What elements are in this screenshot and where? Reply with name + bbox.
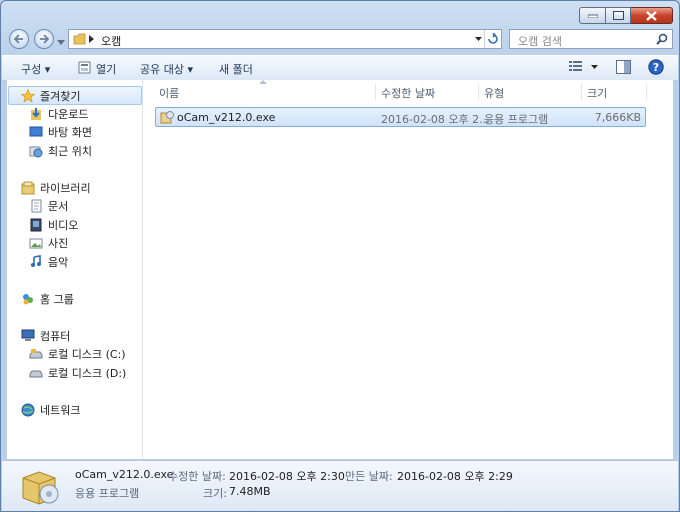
folder-icon: [73, 33, 86, 45]
nav-item-desktop[interactable]: 바탕 화면: [29, 124, 92, 140]
details-modified-label: 수정한 날짜:: [168, 470, 226, 483]
nav-label: 홈 그룹: [40, 293, 74, 306]
address-dropdown-icon[interactable]: [475, 37, 482, 42]
refresh-icon[interactable]: [487, 33, 499, 45]
nav-item-favorites[interactable]: 즐겨찾기: [21, 88, 80, 104]
details-created-label: 만든 날짜:: [345, 470, 393, 483]
nav-label: 음악: [48, 256, 69, 269]
nav-item-pictures[interactable]: 사진: [29, 235, 68, 251]
new-folder-button[interactable]: 새 폴더: [219, 61, 253, 77]
file-size: 7,666KB: [594, 111, 641, 124]
nav-item-drive-d[interactable]: 로컬 디스크 (D:): [29, 365, 126, 381]
address-bar[interactable]: 오캠: [68, 29, 502, 49]
table-row[interactable]: oCam_v212.0.exe 2016-02-08 오후 2... 응용 프로…: [155, 107, 646, 127]
installer-icon: [160, 111, 174, 124]
homegroup-icon: [23, 294, 33, 305]
pictures-icon: [29, 238, 43, 249]
desktop-icon: [29, 126, 43, 137]
nav-label: 컴퓨터: [40, 330, 71, 343]
column-header-size[interactable]: 크기: [587, 85, 607, 101]
arrow-left-icon: [14, 34, 23, 44]
close-button[interactable]: [631, 7, 673, 24]
nav-label: 로컬 디스크 (C:): [48, 348, 126, 361]
hard-drive-icon: [29, 370, 43, 378]
details-created-value: 2016-02-08 오후 2:29: [397, 470, 513, 483]
computer-icon: [21, 329, 35, 341]
nav-item-computer[interactable]: 컴퓨터: [21, 328, 70, 344]
search-icon[interactable]: [656, 33, 668, 45]
nav-item-libraries[interactable]: 라이브러리: [21, 180, 91, 196]
nav-label: 사진: [48, 237, 69, 250]
details-modified-value: 2016-02-08 오후 2:30: [229, 470, 345, 483]
details-size-label: 크기:: [203, 487, 227, 500]
sort-ascending-icon: [259, 80, 267, 84]
organize-button[interactable]: 구성 ▾: [21, 61, 50, 77]
file-name: oCam_v212.0.exe: [177, 111, 276, 124]
downloads-folder-icon: [31, 108, 41, 120]
nav-item-recent[interactable]: 최근 위치: [29, 143, 92, 159]
open-button[interactable]: 열기: [96, 61, 116, 77]
maximize-icon: [612, 11, 624, 20]
help-icon[interactable]: ?: [648, 59, 664, 75]
videos-icon: [30, 218, 42, 232]
installer-large-icon: [22, 471, 59, 505]
view-dropdown-icon[interactable]: [591, 65, 598, 70]
nav-item-videos[interactable]: 비디오: [29, 217, 78, 233]
nav-label: 로컬 디스크 (D:): [48, 367, 127, 380]
explorer-window: 오캠 오캠 검색 구성 ▾ 열기 공유 대상 ▾ 새 폴더 ? 즐겨찾기 다운로…: [0, 0, 680, 512]
nav-item-downloads[interactable]: 다운로드: [29, 106, 88, 122]
star-icon: [21, 89, 35, 103]
details-pane: oCam_v212.0.exe 응용 프로그램 수정한 날짜: 2016-02-…: [2, 460, 678, 511]
nav-item-network[interactable]: 네트워크: [21, 402, 80, 418]
close-icon: [646, 10, 657, 21]
libraries-icon: [21, 181, 35, 195]
recent-pages-button[interactable]: [57, 36, 65, 49]
column-header-type[interactable]: 유형: [484, 85, 504, 101]
preview-pane-icon[interactable]: [616, 60, 631, 74]
nav-item-drive-c[interactable]: 로컬 디스크 (C:): [29, 346, 126, 362]
network-icon: [21, 403, 35, 417]
share-button[interactable]: 공유 대상 ▾: [140, 61, 193, 77]
view-options-icon[interactable]: [569, 61, 583, 73]
recent-places-icon: [29, 146, 43, 158]
documents-icon: [31, 199, 42, 213]
open-file-icon: [78, 61, 91, 74]
nav-label: 바탕 화면: [48, 126, 92, 139]
nav-label: 최근 위치: [48, 145, 92, 158]
column-header-modified[interactable]: 수정한 날짜: [381, 85, 435, 101]
breadcrumb-arrow-icon[interactable]: [89, 35, 95, 43]
minimize-icon: [587, 14, 598, 18]
command-bar: 구성 ▾ 열기 공유 대상 ▾ 새 폴더 ?: [2, 55, 678, 81]
nav-label: 즐겨찾기: [40, 90, 81, 103]
forward-button[interactable]: [34, 29, 54, 49]
details-file-type: 응용 프로그램: [75, 487, 140, 500]
details-size-value: 7.48MB: [229, 485, 271, 498]
file-list: 이름 수정한 날짜 유형 크기 oCam_v212.0.exe 2016-02-…: [143, 80, 673, 459]
file-type: 응용 프로그램: [484, 113, 549, 126]
hard-drive-icon: [29, 349, 43, 359]
search-box[interactable]: 오캠 검색: [509, 29, 673, 49]
back-button[interactable]: [9, 29, 29, 49]
nav-label: 라이브러리: [40, 182, 91, 195]
nav-label: 네트워크: [40, 404, 81, 417]
details-file-name: oCam_v212.0.exe: [75, 468, 174, 481]
svg-text:?: ?: [653, 61, 659, 74]
search-input[interactable]: 오캠 검색: [518, 33, 562, 49]
chevron-down-icon: [57, 40, 65, 45]
maximize-button[interactable]: [606, 7, 631, 24]
navigation-pane: 즐겨찾기 다운로드 바탕 화면 최근 위치 라이브러리 문서 비디오 사진 음악…: [7, 80, 143, 459]
nav-label: 문서: [48, 200, 69, 213]
nav-item-homegroup[interactable]: 홈 그룹: [21, 291, 74, 307]
column-header-name[interactable]: 이름: [159, 85, 179, 101]
music-icon: [31, 255, 41, 267]
caption-buttons: [579, 7, 673, 25]
nav-item-documents[interactable]: 문서: [29, 198, 68, 214]
nav-label: 다운로드: [48, 108, 89, 121]
breadcrumb-current-folder[interactable]: 오캠: [101, 33, 121, 49]
nav-label: 비디오: [48, 219, 79, 232]
nav-item-music[interactable]: 음악: [29, 254, 68, 270]
minimize-button[interactable]: [579, 7, 606, 24]
arrow-right-icon: [40, 34, 49, 44]
file-modified: 2016-02-08 오후 2...: [381, 113, 490, 126]
